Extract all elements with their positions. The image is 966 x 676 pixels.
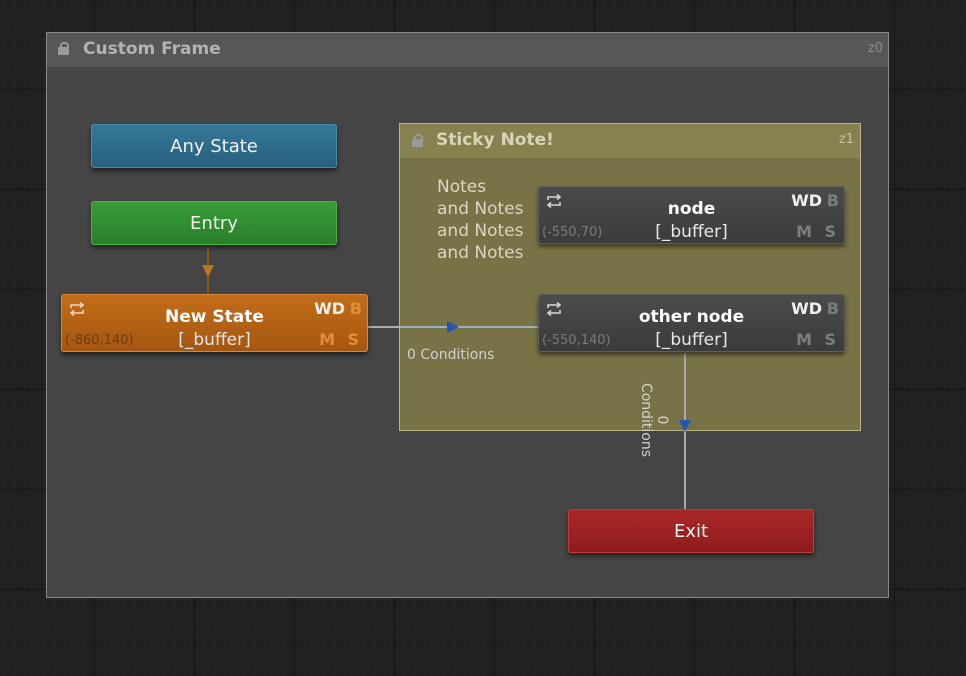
frame-title: Custom Frame [83, 39, 221, 59]
transition-conditions-label: 0 Conditions [407, 347, 495, 363]
sticky-note-line: and Notes [437, 221, 524, 241]
state-coordinates: (-550,70) [542, 225, 603, 240]
sticky-note-line: and Notes [437, 243, 524, 263]
write-defaults-badge: WD [314, 299, 345, 318]
sticky-note-title: Sticky Note! [436, 130, 554, 150]
frame-z-label: z0 [867, 41, 883, 56]
transition-arrow-icon [679, 420, 691, 432]
any-state-node[interactable]: Any State [91, 124, 337, 168]
transition-conditions-label: 0 Conditions [638, 382, 670, 458]
entry-node[interactable]: Entry [91, 201, 337, 245]
any-state-label: Any State [170, 135, 258, 157]
motion-badge: M [796, 330, 812, 349]
behaviour-badge: B [826, 191, 839, 210]
new-state-node[interactable]: New State [_buffer] (-860,140) WD B M S [61, 294, 368, 352]
sticky-note-line: Notes [437, 177, 487, 197]
other-node-state-node[interactable]: other node [_buffer] (-550,140) WD B M S [538, 294, 845, 352]
speed-badge: S [347, 330, 359, 349]
exit-node[interactable]: Exit [568, 509, 814, 553]
motion-badge: M [319, 330, 335, 349]
transition-arrow-icon [447, 321, 459, 333]
motion-badge: M [796, 222, 812, 241]
frame-header[interactable]: Custom Frame z0 [47, 33, 888, 67]
node-state-node[interactable]: node [_buffer] (-550,70) WD B M S [538, 186, 845, 244]
behaviour-badge: B [826, 299, 839, 318]
speed-badge: S [824, 222, 836, 241]
transition-arrow-icon [202, 265, 214, 277]
sticky-note-line: and Notes [437, 199, 524, 219]
state-coordinates: (-860,140) [65, 333, 134, 348]
write-defaults-badge: WD [791, 299, 822, 318]
sticky-note-text[interactable]: Notes and Notes and Notes and Notes [437, 176, 537, 264]
sticky-note[interactable]: Sticky Note! z1 Notes and Notes and Note… [399, 123, 861, 431]
write-defaults-badge: WD [791, 191, 822, 210]
state-coordinates: (-550,140) [542, 333, 611, 348]
lock-icon[interactable] [58, 42, 69, 55]
behaviour-badge: B [349, 299, 362, 318]
sticky-note-header[interactable]: Sticky Note! z1 [400, 124, 860, 158]
speed-badge: S [824, 330, 836, 349]
lock-icon[interactable] [412, 134, 423, 147]
entry-label: Entry [190, 212, 238, 234]
sticky-note-z-label: z1 [838, 132, 854, 147]
exit-label: Exit [673, 520, 709, 542]
